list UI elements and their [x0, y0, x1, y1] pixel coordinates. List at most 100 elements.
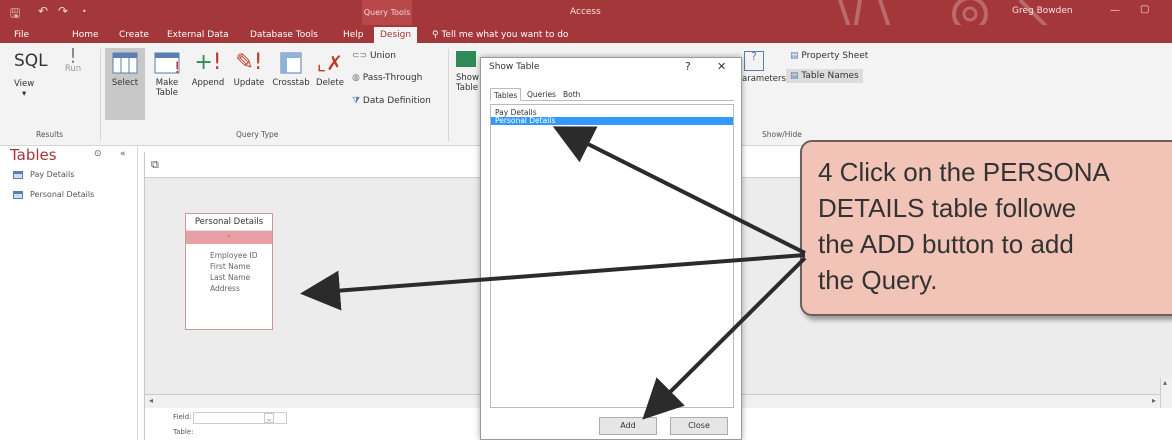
- group-separator: [448, 49, 449, 141]
- help-button[interactable]: ?: [685, 60, 691, 73]
- nav-item-label: Pay Details: [30, 170, 75, 179]
- tab-external-data[interactable]: External Data: [167, 27, 229, 43]
- update-label: Update: [233, 78, 265, 88]
- make-table-icon: !: [154, 52, 180, 75]
- app-title: Access: [570, 7, 601, 17]
- field-list-item[interactable]: Last Name: [186, 272, 272, 283]
- dialog-tabs: Tables Queries Both: [490, 88, 734, 101]
- tab-file[interactable]: File: [14, 27, 29, 43]
- union-label: Union: [369, 51, 396, 61]
- field-list-personal-details[interactable]: Personal Details * Employee ID First Nam…: [185, 213, 273, 330]
- nav-item-label: Personal Details: [30, 190, 95, 199]
- title-bar: 🖫 ↶ ↷ • Query Tools Access Greg Bowden —…: [0, 0, 1172, 32]
- tab-both[interactable]: Both: [560, 88, 583, 101]
- minimize-icon[interactable]: —: [1110, 5, 1120, 16]
- view-button[interactable]: View ▾: [14, 79, 34, 99]
- query-object-icon: ⧉: [151, 158, 159, 171]
- append-label: Append: [191, 78, 225, 88]
- svg-text:!: !: [174, 58, 180, 75]
- nav-dropdown-icon[interactable]: ⊙: [94, 149, 102, 159]
- redo-icon[interactable]: ↷: [58, 4, 68, 18]
- tab-database-tools[interactable]: Database Tools: [250, 27, 318, 43]
- property-sheet-icon: ▤: [790, 51, 802, 61]
- table-label: Table: [456, 83, 478, 93]
- field-list-all-fields[interactable]: *: [186, 231, 272, 244]
- save-icon[interactable]: 🖫: [10, 4, 20, 25]
- table-names-icon: ▤: [790, 71, 802, 81]
- run-label: Run: [64, 64, 82, 74]
- union-button[interactable]: ⊂⊃ Union: [352, 51, 396, 61]
- table-list[interactable]: Pay Details Personal Details: [490, 104, 734, 408]
- parameters-button[interactable]: ? arameters: [742, 51, 786, 84]
- tab-create[interactable]: Create: [119, 27, 149, 43]
- field-list-item[interactable]: First Name: [186, 261, 272, 272]
- tell-me-box[interactable]: ⚲ Tell me what you want to do: [432, 27, 568, 43]
- nav-pane-title[interactable]: Tables: [10, 146, 57, 164]
- property-sheet-button[interactable]: ▤ Property Sheet: [790, 51, 868, 61]
- context-tab-label: Query Tools: [362, 0, 412, 25]
- delete-icon: ⌞✗: [316, 51, 344, 75]
- close-icon[interactable]: ✕: [717, 60, 726, 73]
- tell-me-text: Tell me what you want to do: [441, 30, 569, 40]
- table-names-button[interactable]: ▤ Table Names: [786, 69, 863, 83]
- add-button[interactable]: Add: [599, 417, 657, 435]
- scroll-left-icon[interactable]: ◂: [149, 396, 153, 405]
- tab-tables[interactable]: Tables: [490, 88, 522, 101]
- nav-collapse-icon[interactable]: «: [120, 149, 126, 159]
- globe-icon: ◍: [352, 73, 363, 83]
- parameters-label: arameters: [742, 74, 786, 84]
- show-table-icon: [456, 51, 476, 67]
- customize-qat-icon[interactable]: •: [82, 7, 87, 16]
- show-label: Show: [456, 73, 479, 83]
- grid-field-cell[interactable]: ⌄: [193, 412, 287, 424]
- list-item-personal-details[interactable]: Personal Details: [491, 117, 733, 125]
- undo-icon[interactable]: ↶: [38, 4, 48, 18]
- field-list-item[interactable]: Employee ID: [186, 250, 272, 261]
- crosstab-button[interactable]: Crosstab: [270, 51, 312, 88]
- parameters-icon: ?: [744, 51, 764, 71]
- data-definition-button[interactable]: ⧩ Data Definition: [352, 96, 431, 106]
- run-icon: !: [68, 44, 78, 68]
- navigation-pane: Tables ⊙ « Pay Details Personal Details: [0, 146, 138, 440]
- table-icon: [13, 170, 23, 179]
- property-sheet-label: Property Sheet: [801, 51, 869, 61]
- scroll-right-icon[interactable]: ▸: [1152, 396, 1156, 405]
- tab-help[interactable]: Help: [343, 27, 364, 43]
- sql-view-icon[interactable]: SQL: [14, 51, 48, 71]
- close-button[interactable]: Close: [670, 417, 728, 435]
- make-table-button[interactable]: ! Make Table: [150, 51, 184, 98]
- tab-design[interactable]: Design: [374, 27, 418, 43]
- results-group-label: Results: [36, 130, 64, 139]
- user-name[interactable]: Greg Bowden: [1012, 6, 1073, 16]
- nav-item-pay-details[interactable]: Pay Details: [13, 170, 74, 179]
- select-query-icon: [112, 52, 138, 74]
- field-list-item[interactable]: Address: [186, 283, 272, 294]
- nav-item-personal-details[interactable]: Personal Details: [13, 190, 94, 199]
- append-icon: +!: [194, 50, 222, 75]
- show-table-button[interactable]: Show Table: [456, 51, 482, 93]
- grid-table-label: Table:: [173, 428, 194, 436]
- group-separator: [100, 49, 101, 141]
- pass-through-button[interactable]: ◍ Pass-Through: [352, 73, 422, 83]
- run-button[interactable]: ! Run: [58, 44, 88, 74]
- scroll-up-icon[interactable]: ▴: [1163, 378, 1167, 387]
- data-definition-label: Data Definition: [362, 96, 431, 106]
- field-list-title[interactable]: Personal Details: [186, 214, 272, 231]
- tab-queries[interactable]: Queries: [524, 88, 559, 101]
- dialog-title: Show Table: [489, 62, 540, 72]
- append-button[interactable]: +! Append: [188, 50, 228, 89]
- tab-home[interactable]: Home: [72, 27, 99, 43]
- make-table-label: Make Table: [155, 78, 179, 98]
- delete-button[interactable]: ⌞✗ Delete: [312, 51, 348, 88]
- restore-icon[interactable]: ▢: [1140, 4, 1149, 15]
- select-label: Select: [111, 78, 139, 88]
- select-button[interactable]: Select: [108, 51, 142, 88]
- instruction-callout: 4 Click on the PERSONA DETAILS table fol…: [800, 140, 1172, 316]
- grid-field-label: Field:: [173, 413, 192, 421]
- update-button[interactable]: ✎! Update: [230, 51, 268, 89]
- table-icon: [13, 190, 23, 199]
- delete-label: Delete: [316, 78, 344, 88]
- crosstab-icon: [280, 52, 302, 74]
- chevron-down-icon[interactable]: ⌄: [264, 413, 274, 423]
- union-icon: ⊂⊃: [352, 51, 370, 61]
